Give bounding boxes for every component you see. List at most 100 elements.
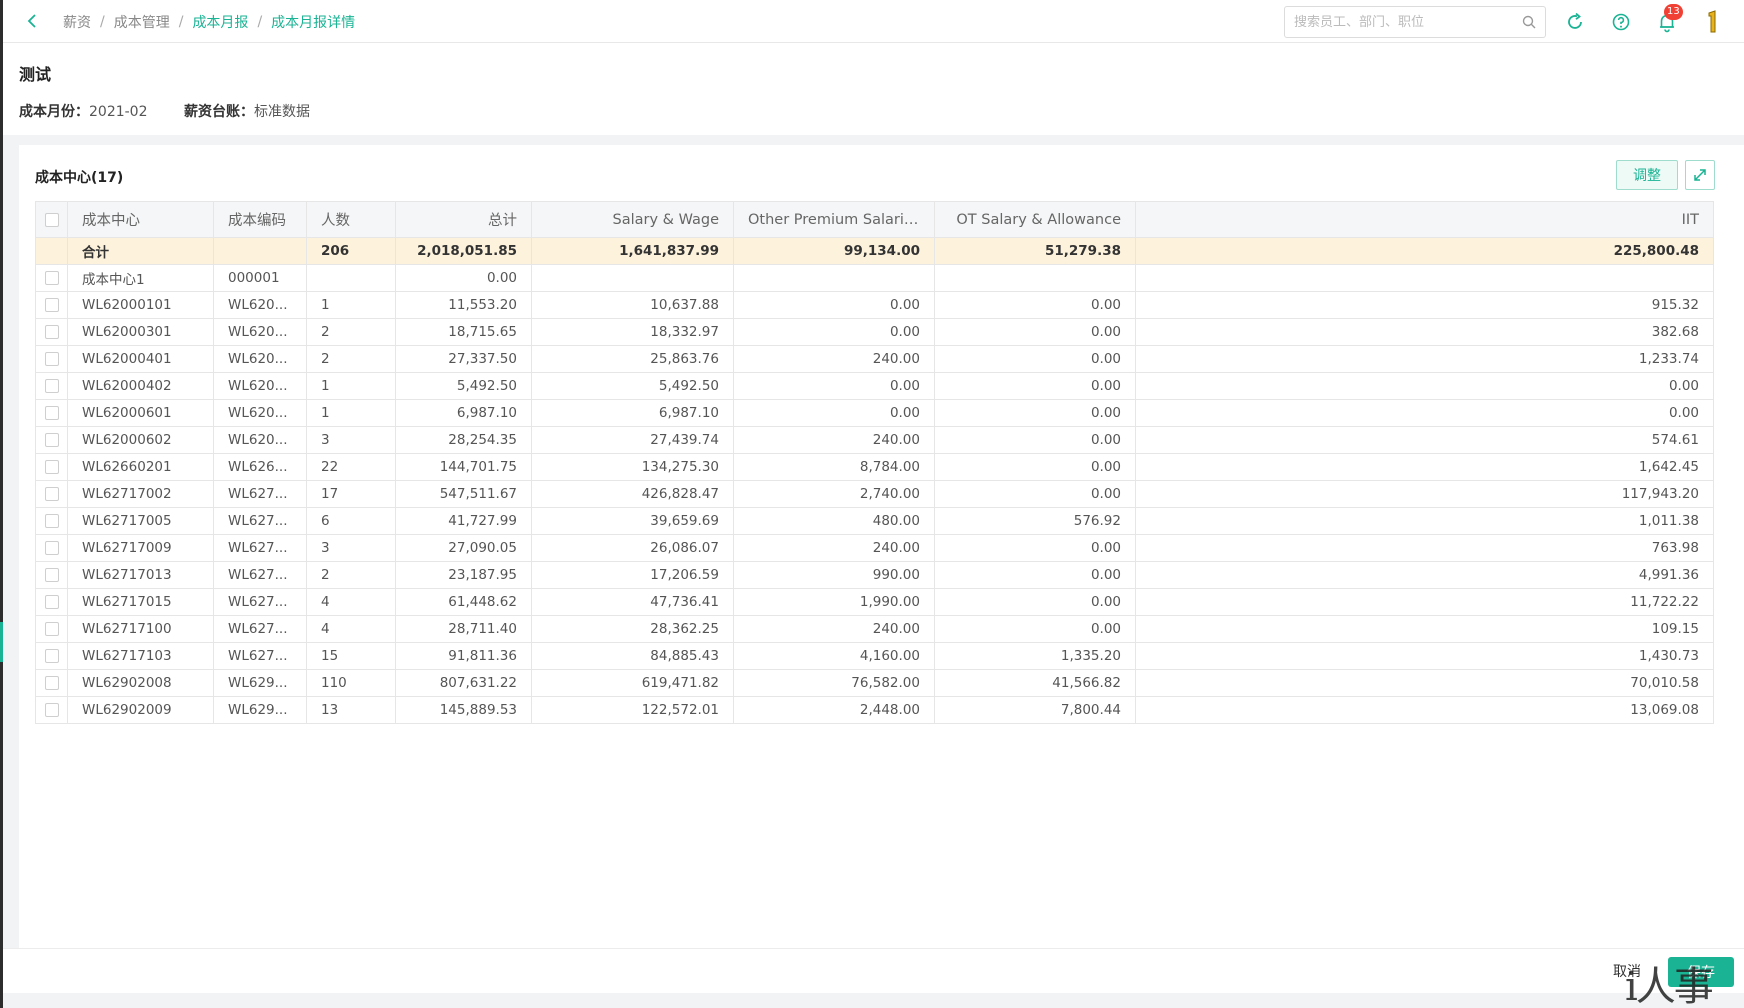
column-header-cost-code[interactable]: 成本编码 xyxy=(213,201,307,238)
column-header-other-premium[interactable]: Other Premium Salaries xyxy=(733,201,935,238)
table-row[interactable]: WL62717002 WL627... 17 547,511.67 426,828.47… xyxy=(35,480,1714,508)
fullscreen-button[interactable] xyxy=(1685,160,1715,190)
row-checkbox[interactable] xyxy=(44,676,59,690)
table-row[interactable]: WL62717009 WL627... 3 27,090.05 26,086.07 240… xyxy=(35,534,1714,562)
total-checkbox-cell xyxy=(35,237,68,265)
table-row[interactable]: WL62717013 WL627... 2 23,187.95 17,206.59 990… xyxy=(35,561,1714,589)
table-row[interactable]: WL62000101 WL620... 1 11,553.20 10,637.88 0.0… xyxy=(35,291,1714,319)
table-row[interactable]: WL62000301 WL620... 2 18,715.65 18,332.97 0.0… xyxy=(35,318,1714,346)
back-button[interactable] xyxy=(25,10,45,32)
table-cell: 18,332.97 xyxy=(531,318,734,346)
table-row[interactable]: WL62000602 WL620... 3 28,254.35 27,439.74 240… xyxy=(35,426,1714,454)
table-cell xyxy=(733,264,935,292)
footer-bar: 取消 保存 xyxy=(3,948,1744,993)
table-row[interactable]: WL62000402 WL620... 1 5,492.50 5,492.50 0.00 0… xyxy=(35,372,1714,400)
table-cell: 1 xyxy=(306,372,396,400)
row-checkbox-cell xyxy=(35,669,68,697)
table-cell: WL627... xyxy=(213,507,307,535)
table-cell: 1,335.20 xyxy=(934,642,1136,670)
help-icon[interactable] xyxy=(1610,11,1632,33)
row-checkbox[interactable] xyxy=(44,541,59,555)
breadcrumb-item-cost-monthly-report[interactable]: 成本月报 xyxy=(192,12,248,32)
total-cell: 合计 xyxy=(67,237,214,265)
row-checkbox-cell xyxy=(35,615,68,643)
row-checkbox[interactable] xyxy=(44,352,59,366)
table-cell: 70,010.58 xyxy=(1135,669,1714,697)
column-header-total[interactable]: 总计 xyxy=(395,201,532,238)
table-row[interactable]: WL62717103 WL627... 15 91,811.36 84,885.43 4,… xyxy=(35,642,1714,670)
table-cell: 1,642.45 xyxy=(1135,453,1714,481)
table-cell: 6,987.10 xyxy=(531,399,734,427)
table-cell: 1 xyxy=(306,291,396,319)
table-cell: 240.00 xyxy=(733,615,935,643)
table-row[interactable]: WL62717015 WL627... 4 61,448.62 47,736.41 1,9… xyxy=(35,588,1714,616)
watermark-logo: i人事 xyxy=(1625,964,1714,1008)
table-cell: WL620... xyxy=(213,399,307,427)
table-cell: 0.00 xyxy=(934,561,1136,589)
table-cell: 13,069.08 xyxy=(1135,696,1714,724)
row-checkbox[interactable] xyxy=(44,379,59,393)
table-cell: 41,727.99 xyxy=(395,507,532,535)
table-row[interactable]: WL62717100 WL627... 4 28,711.40 28,362.25 240… xyxy=(35,615,1714,643)
table-cell: WL62000101 xyxy=(67,291,214,319)
column-header-salary-wage[interactable]: Salary & Wage xyxy=(531,201,734,238)
row-checkbox[interactable] xyxy=(44,325,59,339)
row-checkbox[interactable] xyxy=(44,406,59,420)
row-checkbox[interactable] xyxy=(44,595,59,609)
table-cell: 0.00 xyxy=(934,426,1136,454)
table-row[interactable]: WL62902008 WL629... 110 807,631.22 619,471.8… xyxy=(35,669,1714,697)
row-checkbox[interactable] xyxy=(44,649,59,663)
table-cell: 990.00 xyxy=(733,561,935,589)
row-checkbox-cell xyxy=(35,561,68,589)
table-cell: WL62000602 xyxy=(67,426,214,454)
breadcrumb-item-cost-management[interactable]: 成本管理 xyxy=(114,12,170,32)
row-checkbox[interactable] xyxy=(44,271,59,285)
row-checkbox[interactable] xyxy=(44,433,59,447)
row-checkbox-cell xyxy=(35,372,68,400)
table-cell: 0.00 xyxy=(1135,372,1714,400)
table-row[interactable]: WL62902009 WL629... 13 145,889.53 122,572.01… xyxy=(35,696,1714,724)
row-checkbox-cell xyxy=(35,291,68,319)
refresh-icon[interactable] xyxy=(1564,11,1586,33)
column-header-headcount[interactable]: 人数 xyxy=(306,201,396,238)
table-cell: 000001 xyxy=(213,264,307,292)
table-cell: WL620... xyxy=(213,318,307,346)
column-header-ot-salary[interactable]: OT Salary & Allowance xyxy=(934,201,1136,238)
search-icon[interactable] xyxy=(1522,15,1536,29)
column-header-iit[interactable]: IIT xyxy=(1135,201,1714,238)
table-row[interactable]: WL62717005 WL627... 6 41,727.99 39,659.69 480… xyxy=(35,507,1714,535)
search-input[interactable] xyxy=(1285,7,1505,37)
total-cell: 206 xyxy=(306,237,396,265)
row-checkbox[interactable] xyxy=(44,568,59,582)
table-row[interactable]: WL62000401 WL620... 2 27,337.50 25,863.76 240… xyxy=(35,345,1714,373)
row-checkbox-cell xyxy=(35,642,68,670)
row-checkbox[interactable] xyxy=(44,514,59,528)
table-cell: 15 xyxy=(306,642,396,670)
row-checkbox[interactable] xyxy=(44,487,59,501)
adjust-button[interactable]: 调整 xyxy=(1616,160,1678,190)
breadcrumb-separator: / xyxy=(100,14,105,30)
breadcrumb-separator: / xyxy=(178,14,184,30)
column-header-cost-center[interactable]: 成本中心 xyxy=(67,201,214,238)
row-checkbox[interactable] xyxy=(44,460,59,474)
user-avatar-icon[interactable] xyxy=(1703,9,1723,35)
table-cell: 3 xyxy=(306,534,396,562)
row-checkbox-cell xyxy=(35,345,68,373)
row-checkbox[interactable] xyxy=(44,703,59,717)
row-checkbox[interactable] xyxy=(44,298,59,312)
table-cell: 61,448.62 xyxy=(395,588,532,616)
table-row[interactable]: WL62000601 WL620... 1 6,987.10 6,987.10 0.00 0… xyxy=(35,399,1714,427)
table-row[interactable]: WL62660201 WL626... 22 144,701.75 134,275.30… xyxy=(35,453,1714,481)
table-row[interactable]: 成本中心1 000001 0.00 xyxy=(35,264,1714,292)
select-all-checkbox[interactable] xyxy=(44,212,59,227)
table-cell: 134,275.30 xyxy=(531,453,734,481)
row-checkbox[interactable] xyxy=(44,622,59,636)
table-cell: 4,160.00 xyxy=(733,642,935,670)
table-cell: 576.92 xyxy=(934,507,1136,535)
table-cell: WL62902008 xyxy=(67,669,214,697)
cost-month-label: 成本月份： xyxy=(19,104,89,120)
table-cell: 8,784.00 xyxy=(733,453,935,481)
breadcrumb-item-salary[interactable]: 薪资 xyxy=(63,12,91,32)
table-cell: WL629... xyxy=(213,696,307,724)
table-cell: 117,943.20 xyxy=(1135,480,1714,508)
